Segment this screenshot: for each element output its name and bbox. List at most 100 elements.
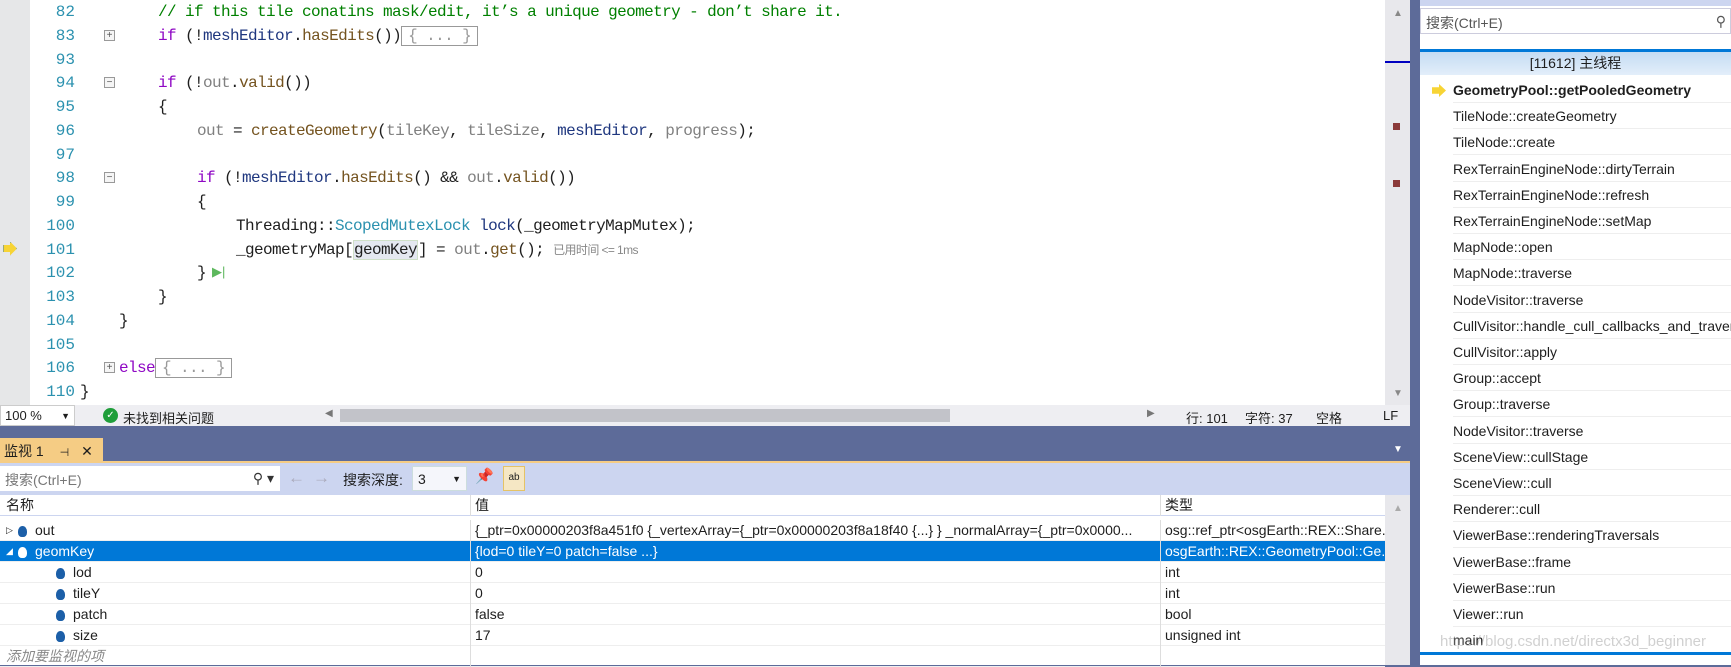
code-line[interactable]: _geometryMap[geomKey] = out.get(); 已用时间 … [236,238,638,262]
code-line[interactable]: } [119,309,129,333]
watch-row[interactable]: lod 0 int [0,562,1385,583]
watch-row[interactable]: ◢ geomKey {lod=0 tileY=0 patch=false ...} o… [0,541,1385,562]
code-line[interactable]: out = createGeometry(tileKey, tileSize, … [197,119,756,143]
tab-watch-1[interactable]: 监视 1 ⊣ ✕ [0,438,103,461]
editor-status-bar: 100 % ▼ ✓ 未找到相关问题 ◀ ▶ 行: 101 字符: 37 空格 LF [0,405,1410,426]
watch-row[interactable]: size 17 unsigned int [0,625,1385,646]
column-header-name[interactable]: 名称 [0,495,470,516]
call-stack-frame[interactable]: RexTerrainEngineNode::refresh [1453,182,1731,208]
watch-type: int [1160,562,1385,583]
watch-search-input[interactable]: 搜索(Ctrl+E) ⚲ ▾ [0,466,280,491]
watch-value[interactable]: {_ptr=0x00000203f8a451f0 {_vertexArray={… [470,520,1160,541]
variable-icon [56,630,65,642]
column-header-type[interactable]: 类型 [1160,495,1385,516]
line-number: 98 [55,169,75,188]
call-stack-frame[interactable]: SceneView::cull [1453,470,1731,496]
code-line[interactable]: } [197,261,207,285]
line-number: 110 [46,383,75,401]
horizontal-scrollbar-thumb[interactable] [340,409,950,422]
call-stack-frame[interactable]: Group::traverse [1453,391,1731,418]
thread-header[interactable]: [11612] 主线程 [1420,49,1731,75]
watch-name: size [73,627,98,643]
panel-menu-dropdown-icon[interactable]: ▼ [1393,444,1403,455]
call-stack-frame[interactable]: CullVisitor::apply [1453,339,1731,365]
code-line[interactable]: { [158,95,168,119]
search-depth-dropdown[interactable]: 3 ▼ [412,466,467,491]
call-stack-frame[interactable]: SceneView::cullStage [1453,444,1731,470]
scroll-left-icon[interactable]: ◀ [325,408,333,419]
call-stack-frame[interactable]: GeometryPool::getPooledGeometry [1453,77,1731,103]
forward-arrow-icon[interactable]: → [313,468,330,488]
call-stack-frame[interactable]: Renderer::cull [1453,496,1731,523]
back-arrow-icon[interactable]: ← [288,468,305,488]
watch-row[interactable]: tileY 0 int [0,583,1385,604]
call-stack-frame[interactable]: TileNode::create [1453,129,1731,156]
call-stack-frame[interactable]: Viewer::run [1453,601,1731,627]
code-line[interactable]: } [158,285,168,309]
scroll-right-icon[interactable]: ▶ [1147,408,1155,419]
watch-name: patch [73,606,108,622]
scroll-down-icon[interactable]: ▼ [1393,388,1403,399]
code-line[interactable]: if (!meshEditor.hasEdits()){ ... } [158,24,479,48]
editor-vertical-scrollbar[interactable]: ▲ ▼ [1385,0,1410,405]
eol-indicator[interactable]: LF [1383,408,1398,423]
close-icon[interactable]: ✕ [81,443,93,459]
line-number: 93 [55,50,75,69]
code-line[interactable]: Threading::ScopedMutexLock lock(_geometr… [236,214,696,238]
call-stack-frame[interactable]: MapNode::traverse [1453,260,1731,287]
pin-filter-icon[interactable]: 📌 [475,467,500,491]
call-stack-frame[interactable]: RexTerrainEngineNode::dirtyTerrain [1453,156,1731,182]
code-line[interactable]: if (!meshEditor.hasEdits() && out.valid(… [197,166,576,190]
breakpoint-gutter[interactable] [0,0,30,405]
column-header-value[interactable]: 值 [470,495,1160,516]
watch-value[interactable]: 17 [470,625,1160,646]
indent-indicator[interactable]: 空格 [1316,408,1342,427]
call-stack-frame[interactable]: RexTerrainEngineNode::setMap [1453,208,1731,234]
check-icon: ✓ [103,408,118,423]
code-line[interactable]: } [80,380,90,404]
watch-value[interactable]: 0 [470,562,1160,583]
search-icon[interactable]: ⚲ [1716,13,1726,30]
scroll-up-icon[interactable]: ▲ [1393,8,1403,19]
pin-icon[interactable]: ⊣ [60,447,70,459]
breakpoint-marker [1393,180,1400,187]
add-watch-placeholder[interactable]: 添加要监视的项 [0,646,470,667]
call-stack-frame[interactable]: MapNode::open [1453,234,1731,261]
watch-row[interactable]: patch false bool [0,604,1385,625]
code-line[interactable]: { [197,190,207,214]
zoom-dropdown[interactable]: 100 % ▼ [0,405,75,426]
code-line[interactable]: if (!out.valid()) [158,71,312,95]
watch-row[interactable]: ▷ out {_ptr=0x00000203f8a451f0 {_vertexArr… [0,520,1385,541]
line-indicator: 行: 101 [1186,411,1228,426]
run-to-click-icon[interactable]: ▶| [212,264,225,280]
watch-value[interactable]: false [470,604,1160,625]
code-editor[interactable]: 82 // if this tile conatins mask/edit, it… [0,0,1385,405]
expand-region-icon[interactable]: + [104,362,115,374]
watch-value[interactable]: {lod=0 tileY=0 patch=false ...} [470,541,1160,562]
code-line[interactable]: else{ ... } [119,356,233,380]
expand-region-icon[interactable]: + [104,29,115,41]
add-watch-row[interactable]: 添加要监视的项 [0,646,1385,667]
search-icon[interactable]: ⚲ ▾ [253,470,274,487]
call-stack-frame[interactable]: Group::accept [1453,365,1731,392]
watch-value[interactable]: 0 [470,583,1160,604]
collapse-region-icon[interactable]: − [104,172,115,184]
call-stack-frame[interactable]: TileNode::createGeometry [1453,103,1731,130]
call-stack-frame[interactable]: ViewerBase::renderingTraversals [1453,522,1731,549]
collapse-region-icon[interactable]: − [104,77,115,89]
collapse-icon[interactable]: ◢ [6,541,13,562]
code-line[interactable]: // if this tile conatins mask/edit, it’s… [158,0,843,24]
call-stack-frame[interactable]: NodeVisitor::traverse [1453,287,1731,313]
call-stack-frame[interactable]: CullVisitor::handle_cull_callbacks_and_t… [1453,313,1731,339]
call-stack-frame[interactable]: ViewerBase::run [1453,575,1731,601]
line-number: 105 [46,335,75,354]
view-hex-toggle-icon[interactable]: ab [503,466,525,491]
watch-type: int [1160,583,1385,604]
call-stack-frame[interactable]: ViewerBase::frame [1453,549,1731,575]
variable-icon [56,567,65,579]
watch-vertical-scrollbar[interactable]: ▲ [1385,495,1410,665]
call-stack-frame[interactable]: NodeVisitor::traverse [1453,418,1731,444]
callstack-search-input[interactable]: 搜索(Ctrl+E) ⚲ [1420,8,1731,34]
expand-icon[interactable]: ▷ [6,520,13,541]
issues-status[interactable]: 未找到相关问题 [123,408,214,427]
